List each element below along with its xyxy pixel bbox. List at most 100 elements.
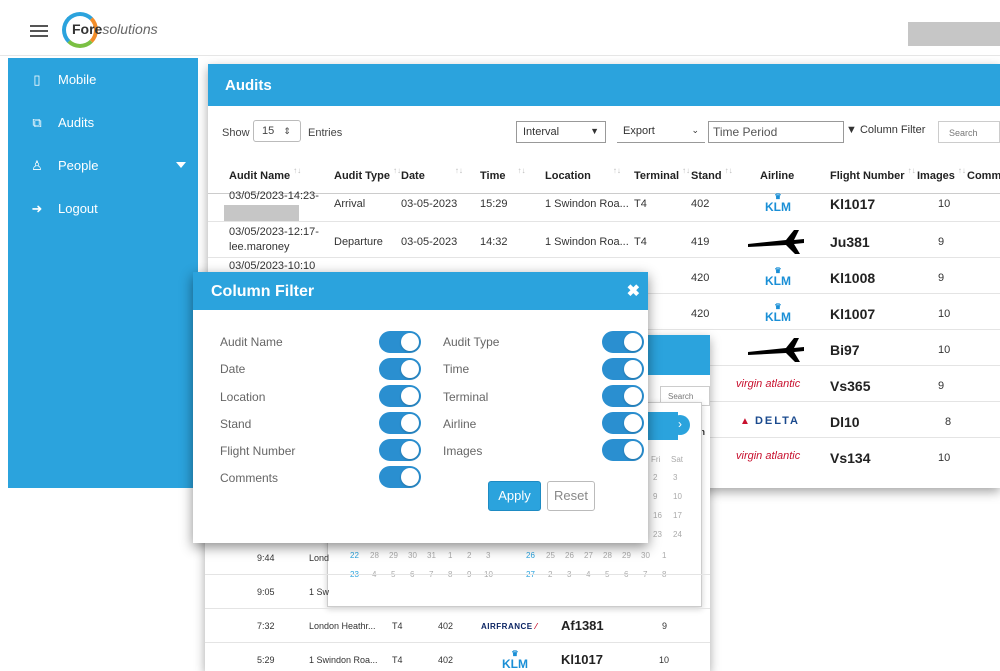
export-select[interactable]: Export ⌄ xyxy=(617,121,705,143)
search-input[interactable]: Search xyxy=(938,121,1000,143)
klm-text: KLM xyxy=(765,274,791,288)
sidebar-item-label: People xyxy=(58,158,99,173)
images-cell: 8 xyxy=(945,416,952,428)
column-filter-button[interactable]: ▼ Column Filter xyxy=(846,124,925,136)
sidebar-item-label: Logout xyxy=(58,201,98,216)
export-value: Export xyxy=(623,125,655,137)
sidebar-item-people[interactable]: ♙ People xyxy=(8,144,198,187)
close-icon[interactable]: ✖ xyxy=(627,281,640,301)
toggle-terminal[interactable] xyxy=(602,385,644,407)
flight-number-cell: Af1381 xyxy=(561,618,604,633)
audit-name-cell: 03/05/2023-10:10 xyxy=(229,260,316,272)
sort-icon: ↑↓ xyxy=(682,166,691,175)
sidebar-item-audits[interactable]: ⧉ Audits xyxy=(8,101,198,144)
table-row[interactable]: 7:32 London Heathr... T4 402 AIRFRANCE ⁄… xyxy=(205,609,710,643)
col-terminal[interactable]: Terminal ↑↓ xyxy=(634,166,690,182)
col-date[interactable]: Date ↑↓ xyxy=(401,166,463,182)
column-label: Stand xyxy=(691,170,722,182)
calendar-day[interactable]: 23 xyxy=(653,530,662,539)
terminal-cell: T4 xyxy=(392,655,403,665)
column-label: Location xyxy=(545,170,591,182)
redacted-name xyxy=(224,205,299,221)
sort-arrows-icon: ⇕ xyxy=(283,126,291,136)
col-audit-name[interactable]: Audit Name ↑↓ xyxy=(229,166,301,182)
time-cell: 14:32 xyxy=(480,236,508,248)
mobile-icon: ▯ xyxy=(33,71,41,87)
flight-number-cell: Vs134 xyxy=(830,450,871,466)
col-comments[interactable]: Comm xyxy=(967,170,1000,182)
col-audit-type[interactable]: Audit Type ↑↓ xyxy=(334,166,401,182)
person-icon: ♙ xyxy=(31,157,43,173)
location-cell: 1 Swindon Roa... xyxy=(545,198,629,210)
col-time[interactable]: Time ↑↓ xyxy=(480,166,525,182)
filter-label-flight-number: Flight Number xyxy=(220,444,296,458)
air-france-logo-icon: AIRFRANCE ⁄ xyxy=(481,622,538,631)
sidebar-item-mobile[interactable]: ▯ Mobile xyxy=(8,58,198,101)
flight-number-cell: Kl1017 xyxy=(561,652,603,667)
klm-text: KLM xyxy=(765,200,791,214)
images-cell: 10 xyxy=(938,198,951,210)
sidebar-item-logout[interactable]: ➜ Logout xyxy=(8,187,198,230)
filter-label-audit-name: Audit Name xyxy=(220,335,283,349)
klm-logo-icon: ♛ KLM xyxy=(765,192,791,214)
terminal-cell: T4 xyxy=(392,621,403,631)
time-period-input[interactable]: Time Period xyxy=(708,121,844,143)
date-cell: 03-05-2023 xyxy=(401,198,458,210)
interval-value: Interval xyxy=(523,126,560,138)
airplane-icon xyxy=(748,338,804,362)
table-row[interactable]: 9:05 1 Sw xyxy=(205,575,710,609)
filter-label-stand: Stand xyxy=(220,417,252,431)
stand-cell: 420 xyxy=(691,308,710,320)
airfrance-text: AIRFRANCE xyxy=(481,622,533,631)
apply-button[interactable]: Apply xyxy=(488,481,541,511)
col-images[interactable]: Images ↑↓ xyxy=(917,166,966,182)
hamburger-menu-icon[interactable] xyxy=(30,25,48,37)
calendar-day[interactable]: 16 xyxy=(653,511,662,520)
toggle-location[interactable] xyxy=(379,385,421,407)
toggle-audit-name[interactable] xyxy=(379,331,421,353)
column-filter-modal: Column Filter ✖ Audit Name Date Location… xyxy=(193,272,648,543)
location-cell: London Heathr... xyxy=(309,621,376,631)
calendar-next-icon[interactable]: › xyxy=(670,415,690,435)
app-logo[interactable]: Foresolutions xyxy=(62,12,158,48)
column-label: Flight Number xyxy=(830,170,905,182)
calendar-day[interactable]: 2 xyxy=(653,473,657,482)
location-cell: 1 Swindon Roa... xyxy=(545,236,629,248)
calendar-day[interactable]: 24 xyxy=(673,530,682,539)
interval-select[interactable]: Interval ▼ xyxy=(516,121,606,143)
toggle-images[interactable] xyxy=(602,439,644,461)
entries-select[interactable]: 15 ⇕ xyxy=(253,120,301,142)
calendar-day[interactable]: 17 xyxy=(673,511,682,520)
time-cell: 9:44 xyxy=(257,553,275,563)
toggle-time[interactable] xyxy=(602,358,644,380)
calendar-day[interactable]: 10 xyxy=(673,492,682,501)
sort-icon: ↑↓ xyxy=(454,166,463,175)
col-stand[interactable]: Stand ↑↓ xyxy=(691,166,733,182)
table-row[interactable]: 03/05/2023-14:23- Arrival 03-05-2023 15:… xyxy=(208,186,1000,222)
toggle-flight-number[interactable] xyxy=(379,439,421,461)
column-label: Terminal xyxy=(634,170,680,182)
stand-cell: 402 xyxy=(438,655,454,665)
col-airline[interactable]: Airline xyxy=(760,170,794,182)
logo-main-text: Fore xyxy=(72,21,103,37)
location-cell: 1 Sw xyxy=(309,587,330,597)
panel-title: Audits xyxy=(208,64,1000,106)
calendar-day[interactable]: 9 xyxy=(653,492,657,501)
toggle-stand[interactable] xyxy=(379,412,421,434)
table-row[interactable]: 5:29 1 Swindon Roa... T4 402 ♛ KLM Kl1017… xyxy=(205,643,710,671)
toggle-airline[interactable] xyxy=(602,412,644,434)
airplane-icon xyxy=(748,230,804,254)
col-location[interactable]: Location ↑↓ xyxy=(545,166,621,182)
toggle-comments[interactable] xyxy=(379,466,421,488)
table-row[interactable]: 9:44 Lond xyxy=(205,541,710,575)
calendar-day[interactable]: 3 xyxy=(673,473,677,482)
toggle-date[interactable] xyxy=(379,358,421,380)
col-flight-number[interactable]: Flight Number ↑↓ xyxy=(830,166,916,182)
flight-number-cell: Dl10 xyxy=(830,414,860,430)
reset-button[interactable]: Reset xyxy=(547,481,595,511)
sidebar-item-label: Audits xyxy=(58,115,95,130)
toggle-audit-type[interactable] xyxy=(602,331,644,353)
filter-label-location: Location xyxy=(220,390,266,404)
table-row[interactable]: 03/05/2023-12:17- lee.maroney Departure … xyxy=(208,222,1000,258)
images-cell: 9 xyxy=(938,380,945,392)
